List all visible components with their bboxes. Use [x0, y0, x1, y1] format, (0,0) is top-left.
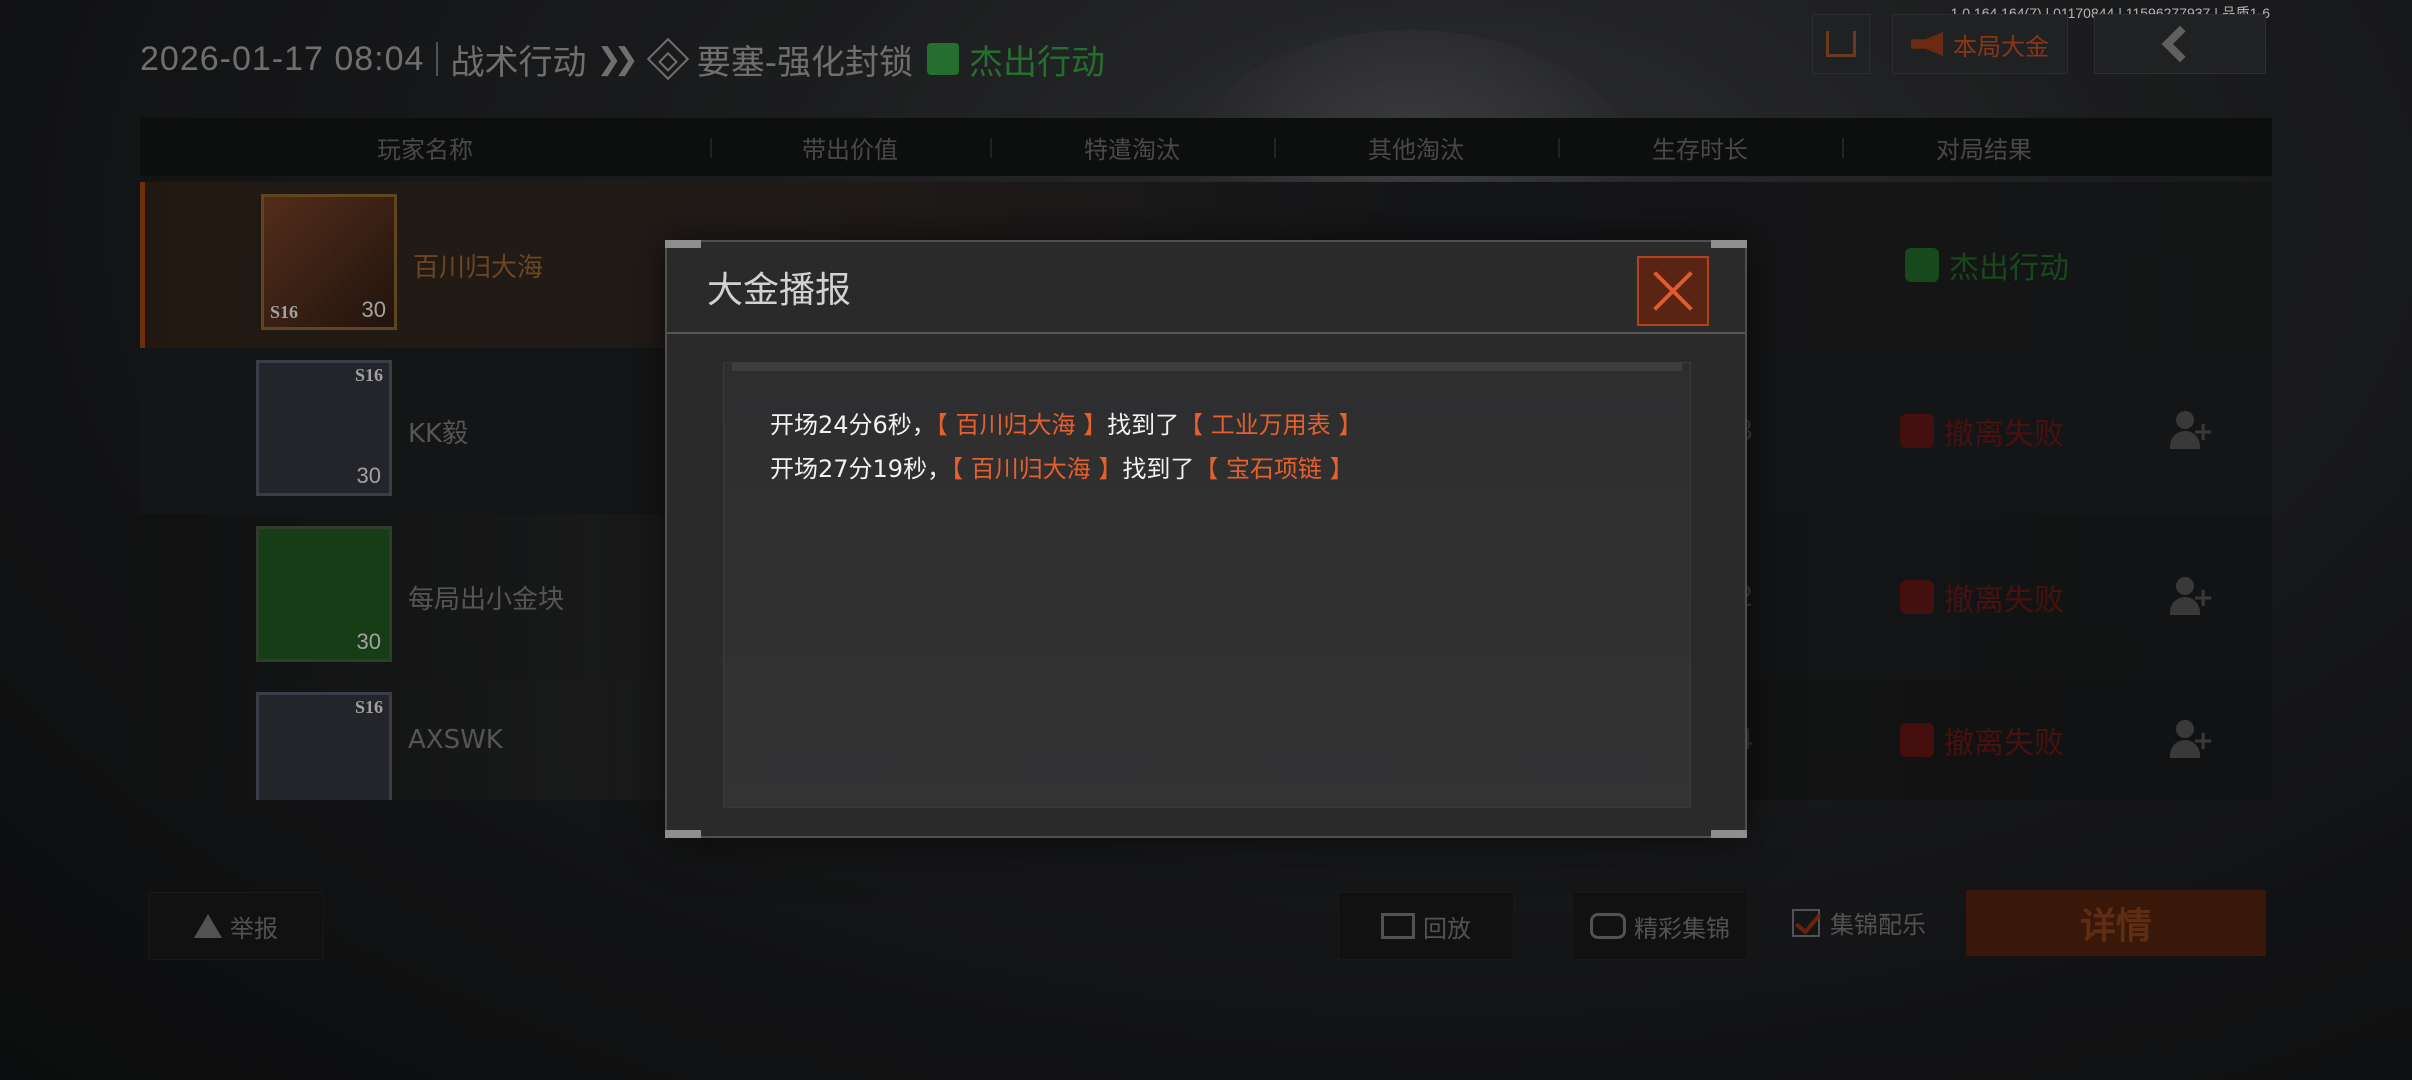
big-money-broadcast-dialog: 大金播报 开场24分6秒，【 百川归大海 】找到了【 工业万用表 】 开场27分… [665, 240, 1747, 838]
broadcast-item: 【 宝石项链 】 [1194, 455, 1354, 483]
close-button[interactable] [1637, 256, 1709, 326]
broadcast-player: 【 百川归大海 】 [935, 411, 1108, 439]
broadcast-list-panel: 开场24分6秒，【 百川归大海 】找到了【 工业万用表 】 开场27分19秒，【… [723, 362, 1691, 808]
broadcast-list: 开场24分6秒，【 百川归大海 】找到了【 工业万用表 】 开场27分19秒，【… [770, 403, 1362, 491]
close-icon [1651, 269, 1695, 313]
broadcast-player: 【 百川归大海 】 [951, 455, 1123, 483]
broadcast-item: 【 工业万用表 】 [1179, 411, 1363, 439]
broadcast-time: 开场27分19秒， [770, 455, 952, 483]
broadcast-verb: 找到了 [1107, 411, 1180, 439]
list-item: 开场27分19秒，【 百川归大海 】找到了【 宝石项链 】 [770, 447, 1362, 491]
list-item: 开场24分6秒，【 百川归大海 】找到了【 工业万用表 】 [770, 403, 1362, 447]
broadcast-verb: 找到了 [1122, 455, 1195, 483]
dialog-title: 大金播报 [707, 270, 852, 311]
broadcast-time: 开场24分6秒， [770, 411, 936, 439]
dialog-header: 大金播报 [667, 242, 1745, 334]
